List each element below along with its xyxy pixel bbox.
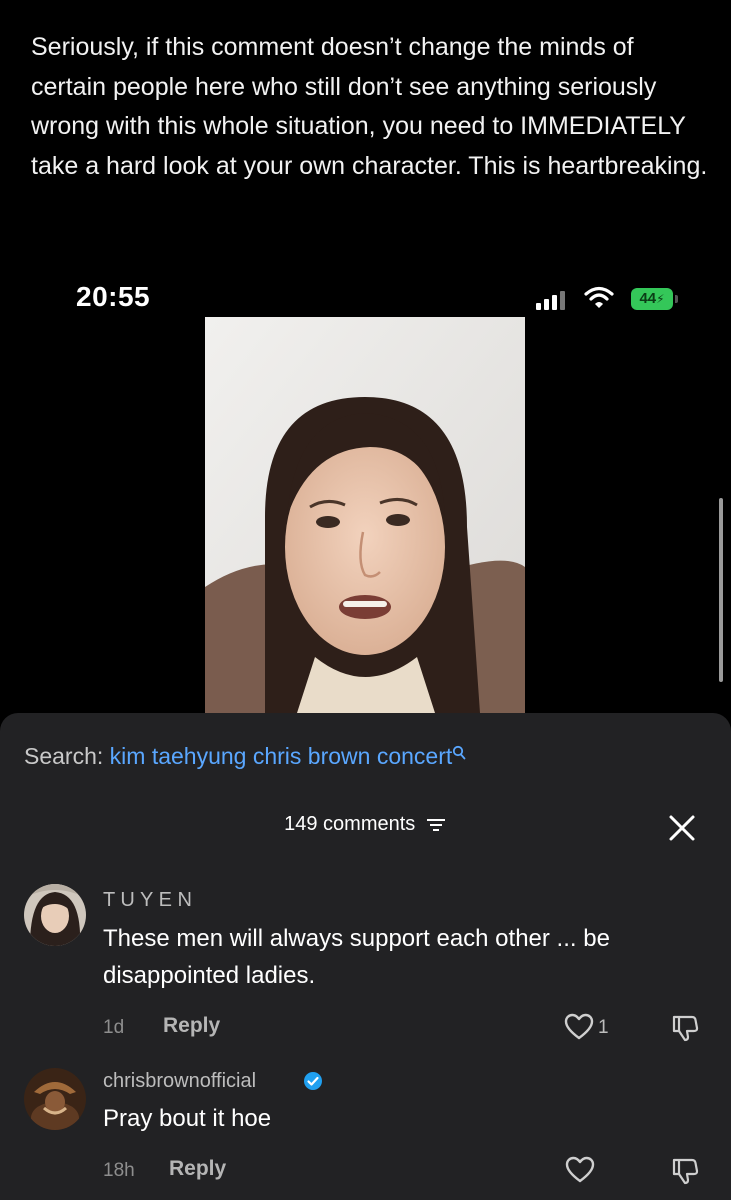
search-query-link[interactable]: kim taehyung chris brown concert: [110, 743, 453, 769]
search-icon: [453, 745, 466, 760]
video-person-image: [205, 317, 525, 713]
comment-age: 18h: [103, 1160, 135, 1181]
dislike-icon[interactable]: [670, 1013, 700, 1043]
reply-button[interactable]: Reply: [163, 1014, 220, 1038]
heart-icon[interactable]: [564, 1013, 594, 1041]
avatar[interactable]: [24, 884, 86, 946]
comment-count: 149 comments: [284, 813, 416, 835]
battery-tip: [675, 295, 678, 303]
comments-header: 149 comments: [0, 813, 731, 836]
scroll-indicator[interactable]: [719, 498, 723, 682]
wifi-icon: [584, 286, 614, 308]
cellular-signal-icon: [536, 290, 568, 310]
battery-icon: 44⚡: [631, 288, 673, 310]
comment-username[interactable]: T U Y E N: [103, 889, 192, 912]
battery-level: 44: [639, 290, 657, 307]
status-time: 20:55: [76, 281, 151, 312]
comment-age: 1d: [103, 1017, 125, 1038]
verified-badge-icon: [304, 1072, 322, 1090]
reply-button[interactable]: Reply: [169, 1157, 226, 1181]
search-label: Search:: [24, 743, 104, 769]
video-thumbnail[interactable]: [205, 317, 525, 713]
heart-icon[interactable]: [565, 1156, 595, 1184]
avatar[interactable]: [24, 1068, 86, 1130]
filter-icon[interactable]: [425, 816, 447, 834]
close-icon[interactable]: [666, 812, 698, 844]
comment-username[interactable]: chrisbrownofficial: [103, 1070, 256, 1093]
search-suggestion[interactable]: Search: kim taehyung chris brown concert: [24, 743, 466, 770]
dislike-icon[interactable]: [670, 1156, 700, 1186]
like-count: 1: [598, 1017, 609, 1038]
comment-text: Pray bout it hoe: [103, 1105, 272, 1132]
post-caption: Seriously, if this comment doesn’t chang…: [31, 33, 708, 180]
comment-text: These men will always support each other…: [103, 925, 610, 989]
